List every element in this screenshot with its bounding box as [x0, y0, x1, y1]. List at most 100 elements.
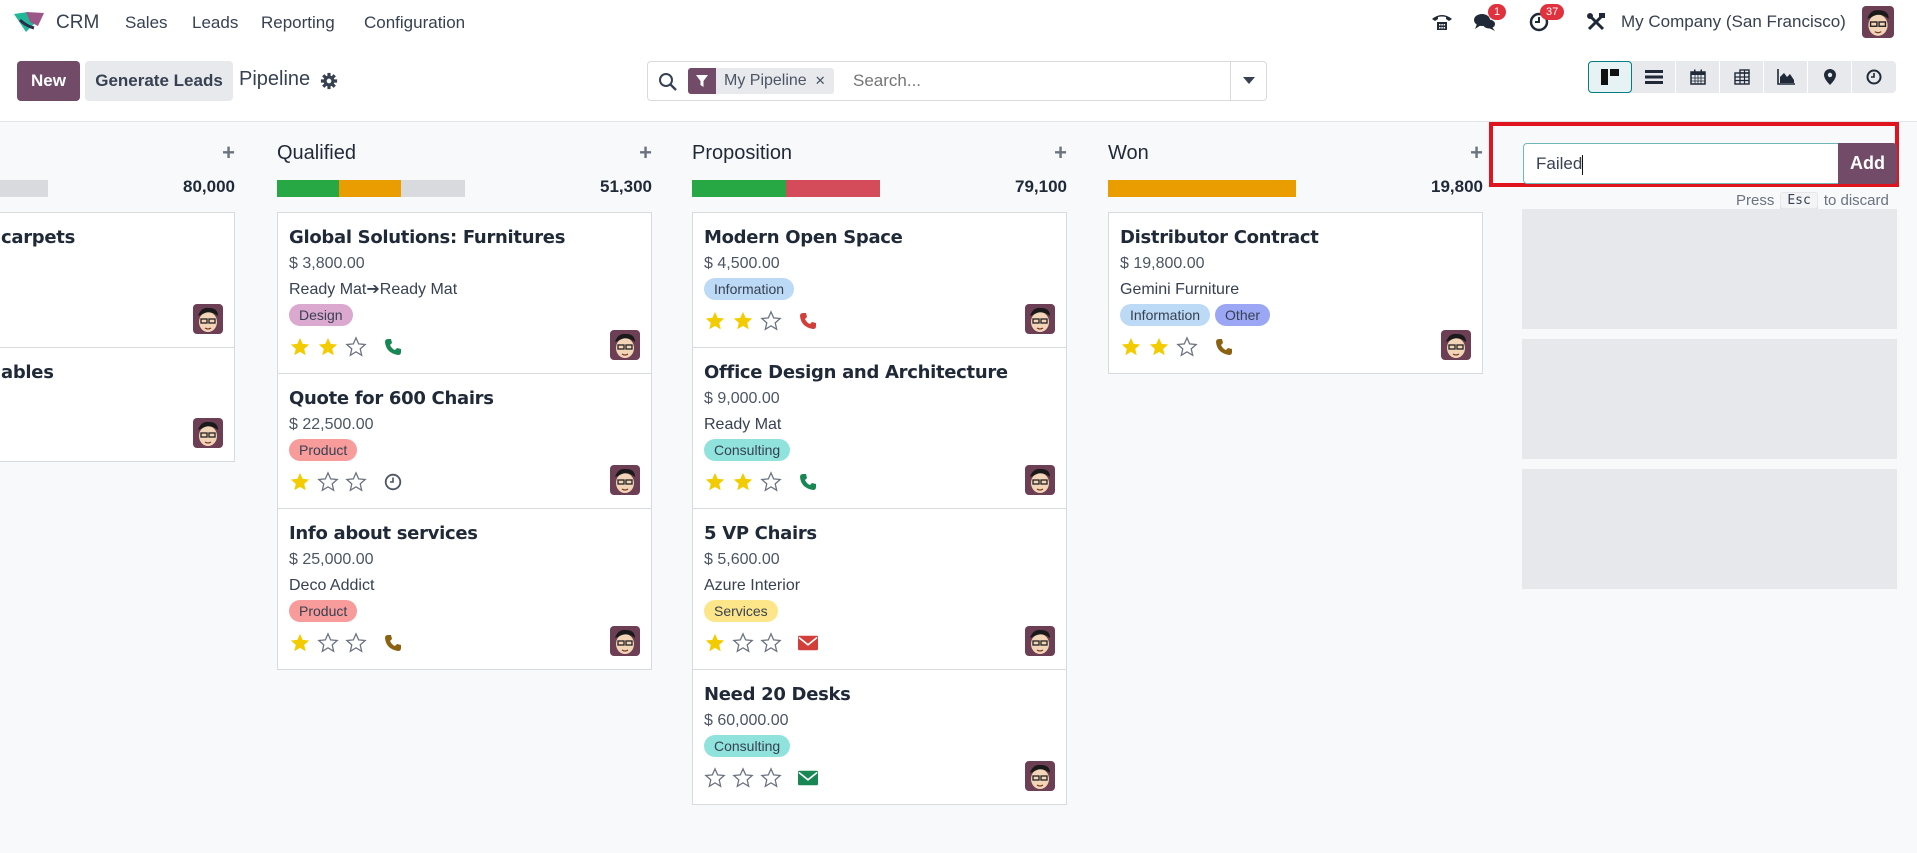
view-graph-button[interactable]	[1764, 61, 1808, 93]
messages-systray[interactable]: 1	[1472, 4, 1507, 36]
star-filled-icon[interactable]	[704, 471, 726, 493]
star-filled-icon[interactable]	[704, 632, 726, 654]
column-header[interactable]: Proposition +	[692, 142, 1067, 168]
card-list: Global Solutions: Furnitures $ 3,800.00 Re…	[277, 212, 652, 670]
progress-segment[interactable]	[692, 180, 786, 197]
opportunity-card[interactable]: Need 20 Desks $ 60,000.00 Consulting	[693, 670, 1066, 804]
quick-create-plus-icon[interactable]: +	[639, 142, 652, 164]
star-filled-icon[interactable]	[289, 336, 311, 358]
star-filled-icon[interactable]	[732, 471, 754, 493]
column-title[interactable]: Qualified	[277, 142, 356, 165]
card-title: Modern Open Space	[704, 227, 903, 248]
salesperson-avatar[interactable]	[610, 465, 640, 495]
column-total: 79,100	[1015, 177, 1067, 196]
app-name[interactable]: CRM	[56, 12, 99, 34]
phone-icon[interactable]	[383, 337, 403, 357]
star-filled-icon[interactable]	[732, 310, 754, 332]
envelope-icon[interactable]	[798, 633, 818, 653]
salesperson-avatar[interactable]	[1441, 330, 1471, 360]
salesperson-avatar[interactable]	[1025, 761, 1055, 791]
salesperson-avatar[interactable]	[1025, 465, 1055, 495]
salesperson-avatar[interactable]	[610, 330, 640, 360]
card-title: Quote for 600 Chairs	[289, 388, 494, 409]
new-button[interactable]: New	[17, 61, 80, 101]
star-filled-icon[interactable]	[317, 336, 339, 358]
phone-icon[interactable]	[798, 311, 818, 331]
menu-reporting[interactable]: Reporting	[261, 13, 335, 33]
menu-configuration[interactable]: Configuration	[364, 13, 465, 33]
generate-leads-button[interactable]: Generate Leads	[85, 61, 233, 101]
clock-icon[interactable]	[383, 472, 403, 492]
view-calendar-button[interactable]	[1676, 61, 1720, 93]
star-filled-icon[interactable]	[704, 310, 726, 332]
opportunity-card[interactable]: Office Design and Architecture $ 9,000.00…	[693, 348, 1066, 509]
remove-facet-icon[interactable]: ✕	[815, 68, 834, 94]
activities-systray[interactable]: 37	[1526, 4, 1565, 36]
phone-icon[interactable]	[383, 633, 403, 653]
opportunity-card[interactable]: carpets	[0, 213, 234, 348]
column-header[interactable]: +	[0, 142, 235, 168]
progress-segment[interactable]	[0, 180, 48, 197]
card-footer	[704, 629, 1055, 657]
star-empty-icon[interactable]	[760, 767, 782, 789]
star-filled-icon[interactable]	[1148, 336, 1170, 358]
star-empty-icon[interactable]	[760, 471, 782, 493]
phone-icon[interactable]	[798, 472, 818, 492]
phone-systray[interactable]	[1430, 8, 1454, 36]
progress-segment[interactable]	[339, 180, 402, 197]
view-list-button[interactable]	[1632, 61, 1676, 93]
star-empty-icon[interactable]	[760, 632, 782, 654]
progress-segment[interactable]	[277, 180, 340, 197]
opportunity-card[interactable]: Info about services $ 25,000.00 Deco Addic…	[278, 509, 651, 669]
quick-create-plus-icon[interactable]: +	[1054, 142, 1067, 164]
progress-segment[interactable]	[401, 180, 465, 197]
progress-segment[interactable]	[1108, 180, 1296, 197]
star-empty-icon[interactable]	[732, 767, 754, 789]
gear-icon[interactable]	[320, 72, 338, 90]
debug-tools[interactable]	[1584, 8, 1608, 36]
salesperson-avatar[interactable]	[1025, 626, 1055, 656]
star-empty-icon[interactable]	[317, 471, 339, 493]
opportunity-card[interactable]: ables	[0, 348, 234, 461]
progress-segment[interactable]	[786, 180, 880, 197]
phone-icon[interactable]	[1214, 337, 1234, 357]
column-title[interactable]: Proposition	[692, 142, 792, 165]
column-title[interactable]: Won	[1108, 142, 1149, 165]
star-empty-icon[interactable]	[345, 632, 367, 654]
crm-logo-icon[interactable]	[12, 10, 46, 34]
view-kanban-button[interactable]	[1588, 61, 1632, 93]
opportunity-card[interactable]: Quote for 600 Chairs $ 22,500.00 Product	[278, 374, 651, 509]
salesperson-avatar[interactable]	[610, 626, 640, 656]
view-pivot-button[interactable]	[1720, 61, 1764, 93]
star-empty-icon[interactable]	[732, 632, 754, 654]
star-empty-icon[interactable]	[345, 336, 367, 358]
search-options-toggle[interactable]	[1230, 62, 1266, 100]
salesperson-avatar[interactable]	[1025, 304, 1055, 334]
column-header[interactable]: Qualified +	[277, 142, 652, 168]
star-empty-icon[interactable]	[317, 632, 339, 654]
star-empty-icon[interactable]	[704, 767, 726, 789]
quick-create-plus-icon[interactable]: +	[1470, 142, 1483, 164]
column-header[interactable]: Won +	[1108, 142, 1483, 168]
salesperson-avatar[interactable]	[193, 304, 223, 334]
opportunity-card[interactable]: Distributor Contract $ 19,800.00 Gemini Fu…	[1109, 213, 1482, 373]
envelope-icon[interactable]	[798, 768, 818, 788]
user-avatar[interactable]	[1862, 6, 1894, 38]
salesperson-avatar[interactable]	[193, 418, 223, 448]
search-input[interactable]	[853, 68, 1203, 94]
menu-leads[interactable]: Leads	[192, 13, 238, 33]
star-empty-icon[interactable]	[1176, 336, 1198, 358]
view-activity-button[interactable]	[1852, 61, 1896, 93]
star-empty-icon[interactable]	[345, 471, 367, 493]
star-filled-icon[interactable]	[1120, 336, 1142, 358]
star-filled-icon[interactable]	[289, 471, 311, 493]
opportunity-card[interactable]: Modern Open Space $ 4,500.00 Information	[693, 213, 1066, 348]
opportunity-card[interactable]: Global Solutions: Furnitures $ 3,800.00 Re…	[278, 213, 651, 374]
star-empty-icon[interactable]	[760, 310, 782, 332]
star-filled-icon[interactable]	[289, 632, 311, 654]
quick-create-plus-icon[interactable]: +	[222, 142, 235, 164]
company-switcher[interactable]: My Company (San Francisco)	[1621, 12, 1846, 32]
menu-sales[interactable]: Sales	[125, 13, 168, 33]
opportunity-card[interactable]: 5 VP Chairs $ 5,600.00 Azure Interior Servi…	[693, 509, 1066, 670]
view-map-button[interactable]	[1808, 61, 1852, 93]
